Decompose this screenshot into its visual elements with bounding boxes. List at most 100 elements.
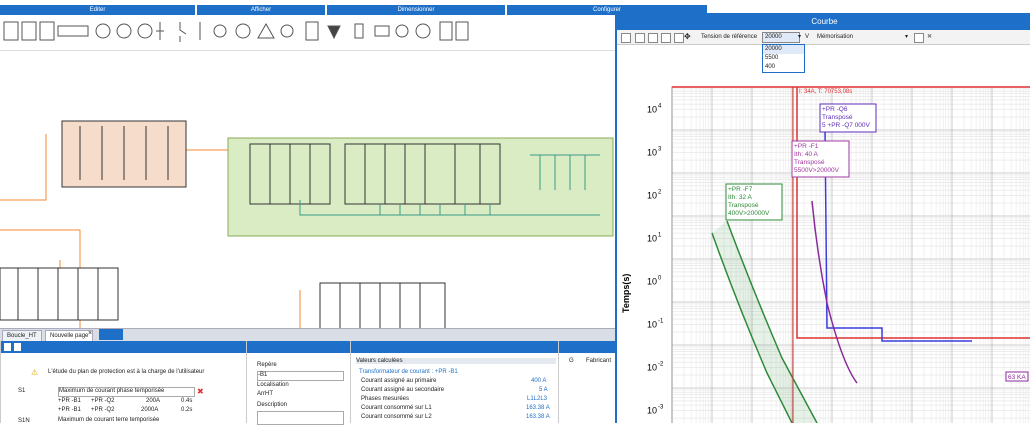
y-tick-exponent: 1	[658, 233, 662, 239]
annotation-q6-line3: 5 +PR -Q7 000V	[822, 122, 871, 129]
values-header: Valeurs calculées	[356, 358, 556, 364]
annotation-f1-line2: Ith: 40 A	[794, 151, 819, 158]
add-tab-icon[interactable]	[99, 329, 123, 340]
row-cell: +PR -B1	[58, 407, 81, 413]
delete-icon[interactable]: ✖	[197, 387, 204, 396]
print-icon[interactable]	[674, 33, 684, 43]
ammeter-icon	[415, 23, 431, 39]
motor-icon	[235, 23, 251, 39]
row-cell: 200A	[146, 398, 161, 404]
courbe-title: Courbe	[617, 13, 1030, 30]
value-cell: 400 A	[531, 378, 547, 384]
y-tick-label: 10	[647, 363, 657, 373]
cursor-readout: I: 34A, T: 70753,08s	[799, 89, 852, 95]
y-tick-exponent: -1	[658, 319, 664, 325]
page-tabs: Boucle_HT Nouvelle page ×	[0, 328, 615, 342]
y-tick-exponent: -3	[658, 405, 664, 411]
library-toolbar	[559, 341, 616, 353]
busbar-icon	[57, 25, 89, 37]
tension-unit: V	[805, 34, 810, 40]
row-code: S1N	[18, 418, 30, 424]
ka-label: 63 KA	[1008, 374, 1026, 381]
value-label: Courant consommé sur L2	[361, 414, 432, 420]
export-icon[interactable]	[661, 33, 671, 43]
protection-type-select[interactable]: Maximum de courant terre temporisée	[58, 417, 159, 423]
chevron-down-icon[interactable]: ▾	[798, 32, 801, 42]
annotation-f7-line4: 400V>20000V	[728, 210, 770, 217]
tension-select[interactable]: 20000	[762, 32, 800, 43]
courbe-toolbar: ✥ Tension de référence 20000 ▾ V Mémoris…	[617, 30, 1030, 45]
value-label: Courant assigné au primaire	[361, 378, 437, 384]
battery-icon	[305, 21, 319, 41]
column-fabricant: Fabricant	[586, 358, 612, 364]
transformer-icon	[116, 23, 132, 39]
row-cell: 0.4s	[181, 398, 193, 404]
protection-panel: ⚠ L'étude du plan de protection est à la…	[0, 341, 246, 424]
y-tick-exponent: 0	[658, 276, 662, 282]
value-cell: L1L2L3	[527, 396, 548, 402]
lamp-icon	[280, 24, 294, 38]
move-icon[interactable]: ✥	[684, 32, 691, 42]
repere-input[interactable]: -B1	[257, 371, 344, 381]
annotation-f7-line1: +PR -F7	[728, 186, 753, 193]
save-icon[interactable]	[914, 33, 924, 43]
close-tab-icon[interactable]: ×	[88, 330, 92, 337]
y-axis-label: Temps(s)	[621, 274, 631, 313]
ribbon-group-dimensionner[interactable]: Dimensionner	[327, 5, 505, 15]
annotation-f1-line4: 5500V>20000V	[794, 167, 840, 174]
y-tick-exponent: 2	[658, 190, 662, 196]
cabinet-icon	[3, 21, 19, 41]
localisation-label: Localisation	[257, 382, 289, 388]
row-cell: 0.2s	[181, 407, 193, 413]
chevron-down-icon[interactable]: ▾	[905, 32, 908, 42]
fuse-icon	[354, 23, 364, 39]
ribbon: Editer Afficher Dimensionner Configurer	[0, 0, 710, 16]
dropdown-option[interactable]: 400	[763, 63, 804, 72]
annotation-q6-line2: Transposé	[822, 114, 853, 121]
tc-curve-plot[interactable]: Temps(s) 10 410 310 210 110 010 -110 -210 -3 I: …	[617, 73, 1030, 423]
y-tick-label: 10	[647, 406, 657, 416]
schematic-canvas[interactable]	[0, 50, 615, 330]
ribbon-group-editer[interactable]: Editer	[0, 5, 195, 15]
dropdown-option[interactable]: 20000	[763, 45, 804, 54]
value-label: Phases mesurées	[361, 396, 410, 402]
breaker-icon	[179, 22, 187, 42]
annotation-f7-line3: Transposé	[728, 202, 759, 209]
y-tick-exponent: 4	[658, 104, 662, 110]
protection-type-select[interactable]: Maximum de courant phase temporisée	[58, 387, 195, 397]
tension-dropdown: 20000 5500 400	[762, 44, 805, 73]
row-cell: +PR -B1	[58, 398, 81, 404]
cabinet-icon	[21, 21, 37, 41]
values-toolbar	[351, 341, 558, 353]
annotation-f1-line3: Transposé	[794, 159, 825, 166]
row-cell: 2000A	[141, 407, 159, 413]
repere-label: Repère	[257, 362, 277, 368]
localisation-value[interactable]: ArrHT	[257, 391, 273, 397]
ct-icon	[395, 24, 409, 38]
y-tick-label: 10	[647, 191, 657, 201]
annotation-f7-line2: Ith: 32 A	[728, 194, 753, 201]
properties-panel: Repère -B1 Localisation ArrHT Descriptio…	[246, 341, 350, 425]
y-tick-label: 10	[647, 277, 657, 287]
y-tick-exponent: -2	[658, 362, 664, 368]
value-cell: 163.38 A	[526, 414, 550, 420]
transformer-icon	[95, 23, 111, 39]
tension-label: Tension de référence	[701, 34, 758, 40]
close-icon[interactable]: ✖	[927, 32, 932, 42]
symbol-icons[interactable]	[0, 16, 615, 50]
row-code: S1	[18, 388, 26, 394]
protection-toolbar	[1, 341, 246, 353]
y-tick-label: 10	[647, 105, 657, 115]
meter-icon	[213, 24, 227, 38]
y-tick-label: 10	[647, 148, 657, 158]
row-cell: +PR -Q2	[91, 398, 115, 404]
dropdown-option[interactable]: 5500	[763, 54, 804, 63]
copy-icon[interactable]	[648, 33, 658, 43]
value-label: Courant consommé sur L1	[361, 405, 432, 411]
courbe-window: Courbe ✥ Tension de référence 20000 ▾ V …	[615, 13, 1030, 423]
zoom-icon[interactable]	[621, 33, 631, 43]
ribbon-group-afficher[interactable]: Afficher	[197, 5, 325, 15]
grid-icon[interactable]	[635, 33, 645, 43]
row-cell: +PR -Q2	[91, 407, 115, 413]
value-cell: 5 A	[539, 387, 548, 393]
